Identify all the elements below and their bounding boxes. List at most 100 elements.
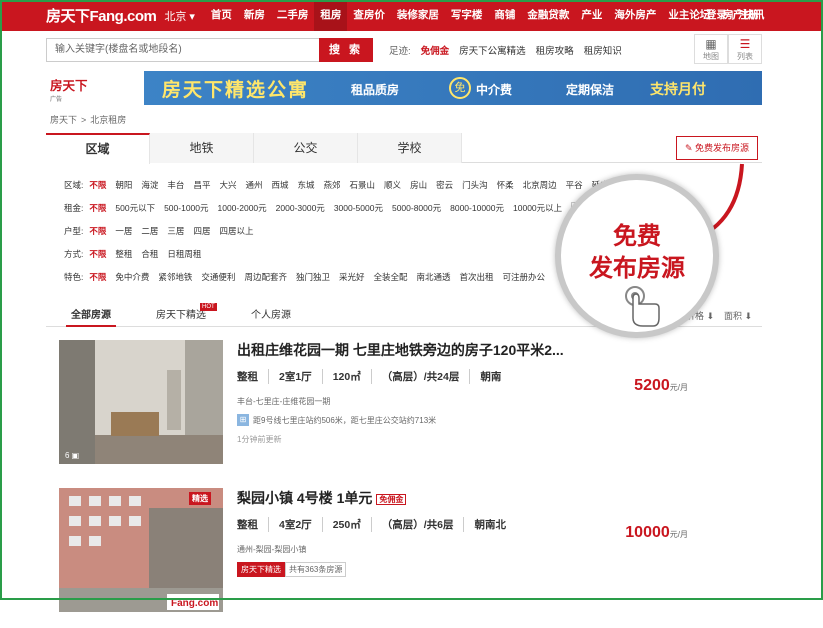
register-link[interactable]: 注册 — [738, 9, 759, 21]
filter-option[interactable]: 朝阳 — [115, 179, 132, 191]
filter-option[interactable]: 不限 — [89, 271, 106, 283]
filter-option[interactable]: 一居 — [115, 225, 132, 237]
listing-address[interactable]: 丰台-七里庄-庄维花园一期 — [237, 396, 330, 407]
filter-option[interactable]: 三居 — [167, 225, 184, 237]
filter-option[interactable]: 通州 — [245, 179, 262, 191]
filter-option[interactable]: 1000-2000元 — [218, 202, 267, 214]
filter-option[interactable]: 怀柔 — [497, 179, 514, 191]
nav-item[interactable]: 查房价 — [347, 0, 391, 31]
login-area: 登录 | 注册 — [706, 9, 759, 21]
filter-option[interactable]: 门头沟 — [462, 179, 488, 191]
filter-option[interactable]: 独门独卫 — [296, 271, 330, 283]
filter-option[interactable]: 2000-3000元 — [276, 202, 325, 214]
list-view-button[interactable]: ☰ 列表 — [728, 34, 762, 64]
search-button[interactable]: 搜 索 — [319, 38, 373, 62]
filter-option[interactable]: 平谷 — [566, 179, 583, 191]
filter-option[interactable]: 大兴 — [219, 179, 236, 191]
nav-item[interactable]: 首页 — [205, 0, 238, 31]
tab-school[interactable]: 学校 — [358, 133, 462, 163]
filter-option[interactable]: 5000-8000元 — [392, 202, 441, 214]
filter-option[interactable]: 整租 — [115, 248, 132, 260]
filter-option[interactable]: 四居 — [193, 225, 210, 237]
filter-option[interactable]: 不限 — [89, 202, 106, 214]
login-link[interactable]: 登录 — [706, 9, 727, 21]
breadcrumb-home[interactable]: 房天下 — [50, 115, 77, 125]
filter-option[interactable]: 四居以上 — [219, 225, 253, 237]
listing-title[interactable]: 梨园小镇 4号楼 1单元 免佣金 — [237, 488, 407, 508]
count-pill[interactable]: 共有363条房源 — [285, 562, 347, 577]
tab-featured[interactable]: 房天下精选 — [156, 305, 206, 327]
filter-option[interactable]: 不限 — [89, 179, 106, 191]
featured-pill[interactable]: 房天下精选 — [237, 562, 285, 577]
filter-option[interactable]: 交通便利 — [201, 271, 235, 283]
filter-option[interactable]: 二居 — [141, 225, 158, 237]
footprint-item[interactable]: 租房知识 — [584, 43, 622, 57]
nav-item[interactable]: 租房 — [314, 0, 348, 31]
filter-label: 租金: — [64, 203, 84, 213]
filter-option[interactable]: 全装全配 — [373, 271, 407, 283]
nav-item[interactable]: 装修家居 — [391, 0, 445, 31]
filter-option[interactable]: 紧邻地铁 — [158, 271, 192, 283]
footprint-item[interactable]: 租房攻略 — [536, 43, 574, 57]
nav-item[interactable]: 新房 — [238, 0, 271, 31]
nav-item[interactable]: 商铺 — [488, 0, 521, 31]
filter-option[interactable]: 东城 — [298, 179, 315, 191]
sort-area[interactable]: 面积 ⬇ — [724, 305, 752, 327]
map-icon: ▦ — [705, 37, 717, 51]
publish-listing-button[interactable]: ✎ 免费发布房源 — [676, 136, 758, 160]
listing-item[interactable]: Fang.com 精选 梨园小镇 4号楼 1单元 免佣金 整租 4室2厅 250㎡ （高… — [46, 488, 762, 628]
breadcrumb: 房天下 > 北京租房 — [50, 115, 127, 125]
filter-option[interactable]: 日租周租 — [167, 248, 201, 260]
tab-area[interactable]: 区域 — [46, 133, 150, 164]
listing-updated: 1分钟前更新 — [237, 435, 282, 444]
listing-photo[interactable]: 6 ▣ — [59, 340, 223, 464]
site-logo[interactable]: 房天下Fang.com — [46, 5, 157, 26]
tab-subway[interactable]: 地铁 — [150, 133, 254, 163]
footprint-item[interactable]: 房天下公寓精选 — [459, 43, 526, 57]
promo-banner[interactable]: 房天下Fang.com广告 房天下精选公寓 租品质房 免 中介费 定期保洁 支持… — [46, 71, 762, 105]
filter-option[interactable]: 北京周边 — [523, 179, 557, 191]
listing-title[interactable]: 出租庄维花园一期 七里庄地铁旁边的房子120平米2... — [237, 340, 564, 360]
nav-item[interactable]: 写字楼 — [445, 0, 489, 31]
filter-option[interactable]: 500元以下 — [115, 202, 155, 214]
filter-option[interactable]: 不限 — [89, 225, 106, 237]
filter-option[interactable]: 密云 — [436, 179, 453, 191]
filter-option[interactable]: 首次出租 — [460, 271, 494, 283]
filter-label: 户型: — [64, 226, 84, 236]
nav-item[interactable]: 海外房产 — [608, 0, 662, 31]
filter-option[interactable]: 海淀 — [141, 179, 158, 191]
footprint-item[interactable]: 免佣金 — [421, 43, 450, 57]
listing-item[interactable]: 6 ▣ 出租庄维花园一期 七里庄地铁旁边的房子120平米2... 整租 2室1厅 1… — [46, 340, 762, 480]
filter-option[interactable]: 合租 — [141, 248, 158, 260]
listing-photo[interactable]: Fang.com 精选 — [59, 488, 223, 612]
filter-label: 方式: — [64, 249, 84, 259]
filter-option[interactable]: 昌平 — [193, 179, 210, 191]
filter-option[interactable]: 顺义 — [384, 179, 401, 191]
filter-option[interactable]: 10000元以上 — [513, 202, 562, 214]
filter-option[interactable]: 燕郊 — [324, 179, 341, 191]
map-view-button[interactable]: ▦ 地图 — [694, 34, 728, 64]
listing-address[interactable]: 通州-梨园-梨园小镇 — [237, 544, 306, 555]
city-selector[interactable]: 北京 ▾ — [164, 8, 195, 24]
filter-option[interactable]: 丰台 — [167, 179, 184, 191]
nav-item[interactable]: 产业 — [575, 0, 608, 31]
filter-option[interactable]: 500-1000元 — [164, 202, 208, 214]
nav-item[interactable]: 金融贷款 — [521, 0, 575, 31]
filter-option[interactable]: 可注册办公 — [503, 271, 546, 283]
breadcrumb-current[interactable]: 北京租房 — [90, 115, 126, 125]
filter-option[interactable]: 南北通透 — [417, 271, 451, 283]
tab-personal[interactable]: 个人房源 — [246, 305, 296, 327]
filter-option[interactable]: 不限 — [89, 248, 106, 260]
nav-item[interactable]: 二手房 — [271, 0, 315, 31]
search-input[interactable]: 输入关键字(楼盘名或地段名) — [46, 38, 320, 62]
filter-option[interactable]: 采光好 — [339, 271, 365, 283]
tab-bus[interactable]: 公交 — [254, 133, 358, 163]
filter-option[interactable]: 免中介费 — [115, 271, 149, 283]
tab-all-listings[interactable]: 全部房源 — [66, 305, 116, 327]
filter-option[interactable]: 8000-10000元 — [450, 202, 504, 214]
filter-option[interactable]: 石景山 — [350, 179, 376, 191]
filter-option[interactable]: 3000-5000元 — [334, 202, 383, 214]
filter-option[interactable]: 房山 — [410, 179, 427, 191]
filter-option[interactable]: 西城 — [271, 179, 288, 191]
filter-option[interactable]: 周边配套齐 — [244, 271, 287, 283]
